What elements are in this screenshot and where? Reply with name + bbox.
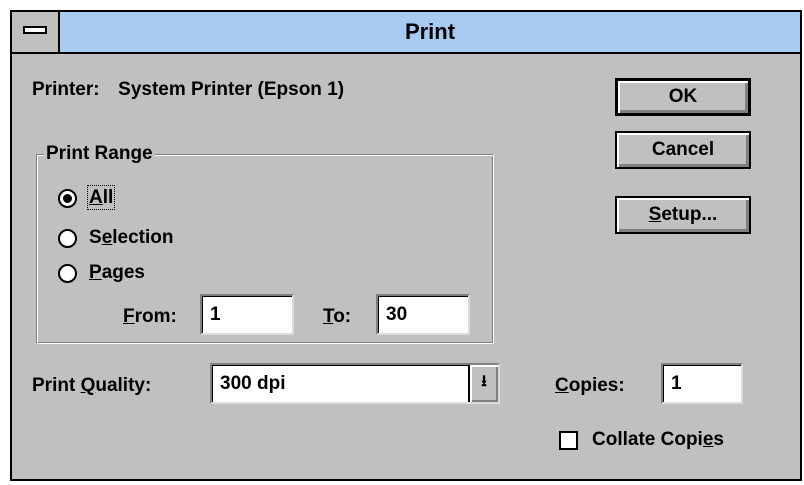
to-label: To: (323, 306, 352, 327)
collate-copies-checkbox[interactable] (559, 431, 578, 450)
radio-all-label[interactable]: All (86, 185, 116, 210)
dropdown-button[interactable]: ⭳ (468, 365, 498, 402)
radio-selection[interactable] (58, 229, 77, 248)
radio-pages[interactable] (58, 264, 77, 283)
copies-label: Copies: (555, 375, 625, 396)
radio-selection-label[interactable]: Selection (89, 226, 174, 250)
collate-copies-label[interactable]: Collate Copies (592, 428, 724, 452)
copies-input[interactable]: 1 (661, 363, 743, 404)
setup-button[interactable]: Setup... (615, 196, 751, 234)
from-label: From: (123, 306, 177, 327)
system-menu-icon (23, 26, 47, 34)
print-dialog: Print Printer: System Printer (Epson 1) … (10, 10, 802, 481)
dialog-title: Print (404, 19, 456, 44)
printer-label: Printer: (32, 79, 100, 100)
down-arrow-icon: ⭳ (481, 373, 487, 390)
print-quality-value: 300 dpi (220, 373, 286, 394)
cancel-button[interactable]: Cancel (615, 131, 751, 169)
print-quality-label: Print Quality: (32, 375, 152, 396)
print-quality-select[interactable]: 300 dpi ⭳ (210, 363, 500, 404)
title-bar: Print (12, 12, 800, 54)
radio-selected-dot (63, 194, 72, 203)
printer-info: Printer: System Printer (Epson 1) (32, 78, 344, 102)
to-input[interactable]: 30 (376, 294, 470, 335)
print-range-legend: Print Range (44, 143, 155, 165)
radio-pages-label[interactable]: Pages (89, 261, 145, 285)
system-menu-button[interactable] (12, 12, 60, 52)
radio-all[interactable] (58, 189, 77, 208)
from-input[interactable]: 1 (200, 294, 294, 335)
ok-button[interactable]: OK (615, 78, 751, 116)
printer-name: System Printer (Epson 1) (118, 79, 345, 100)
